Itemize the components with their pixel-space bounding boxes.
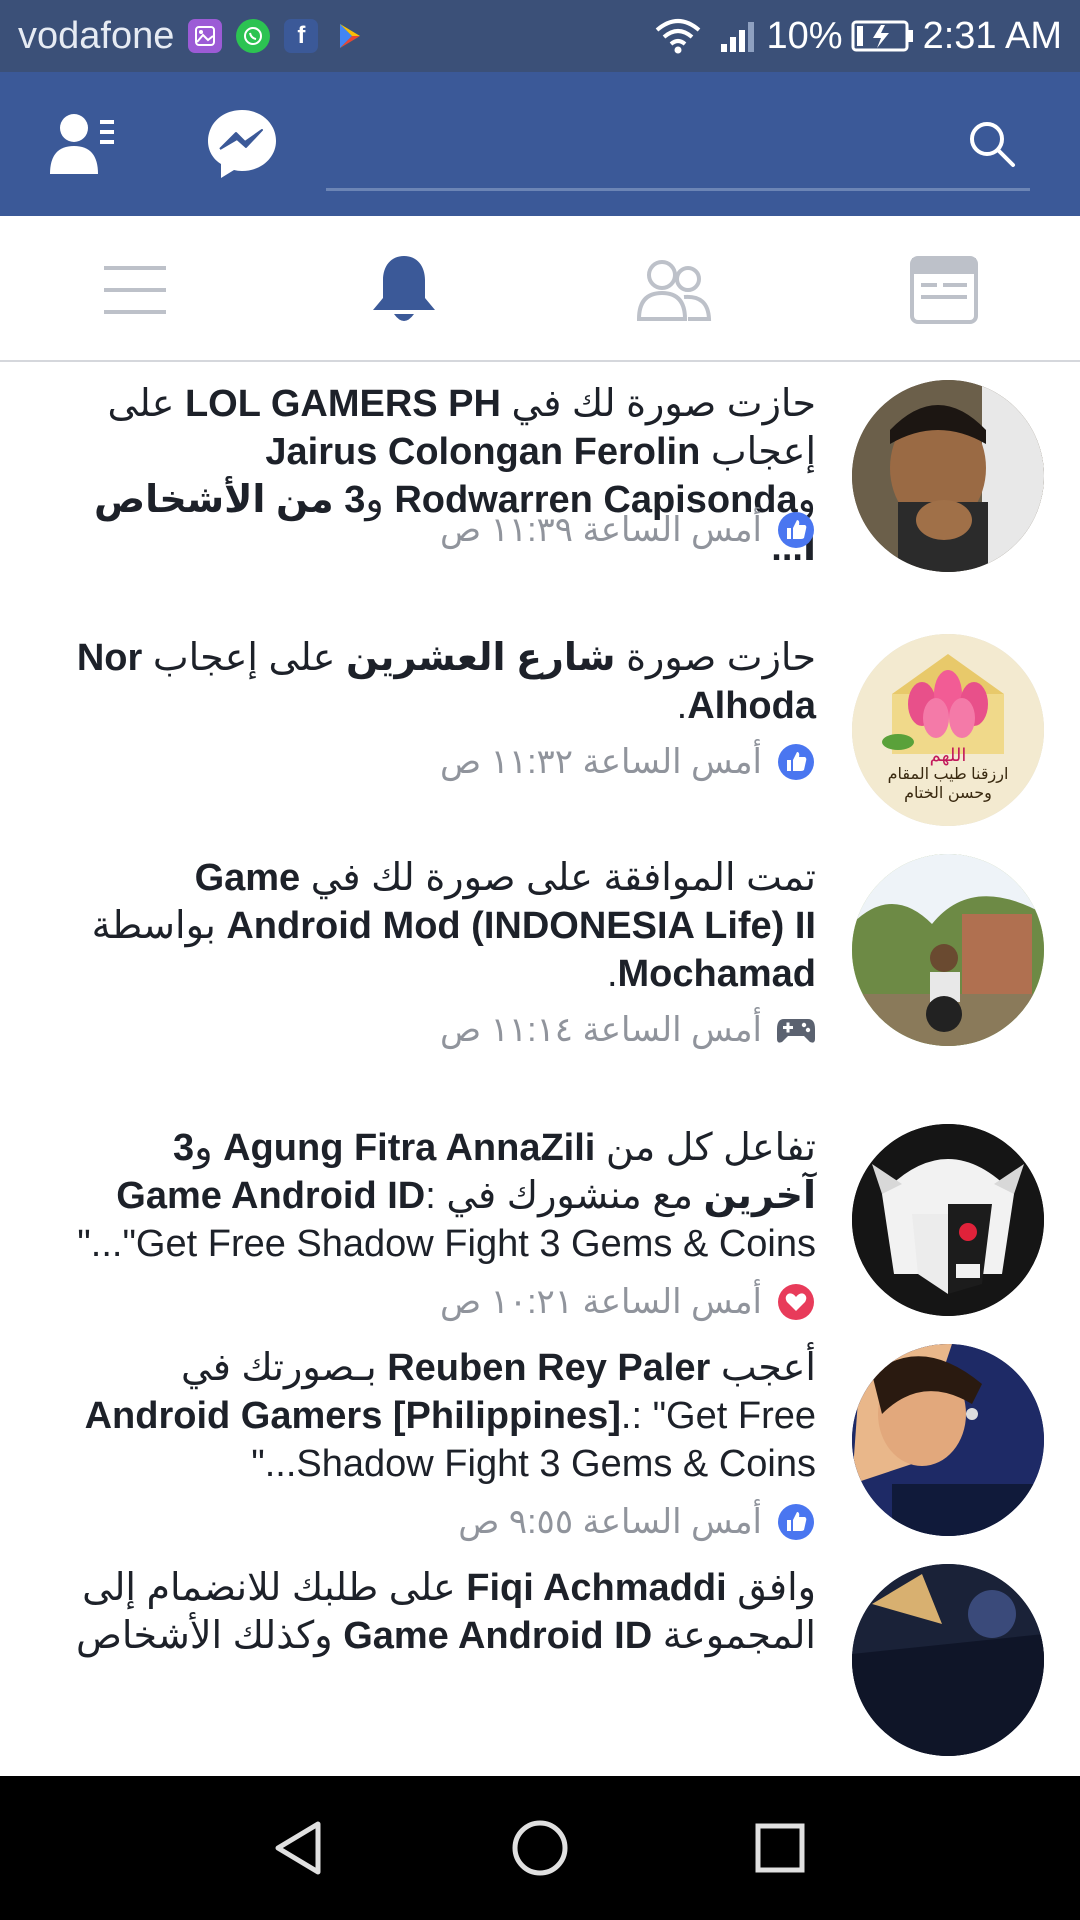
notification-text: وافق Fiqi Achmaddi على طلبك للانضمام إلى… xyxy=(75,1567,816,1657)
heart-icon xyxy=(776,1282,816,1322)
notification-time-row: أمس الساعة ١٠:٢١ ص xyxy=(56,1282,816,1322)
recents-button[interactable] xyxy=(750,1818,810,1878)
search-icon[interactable] xyxy=(966,118,1018,170)
gallery-icon xyxy=(188,19,223,53)
system-nav-bar xyxy=(0,1776,1080,1920)
back-button[interactable] xyxy=(270,1818,330,1878)
signal-icon xyxy=(719,18,759,54)
notification-item[interactable]: أعجب Reuben Rey Paler بـصورتك في Android… xyxy=(0,1344,1080,1564)
notification-time: أمس الساعة ١٠:٢١ ص xyxy=(440,1283,762,1321)
bell-icon xyxy=(369,252,439,333)
notification-time: أمس الساعة ١١:٣٩ ص xyxy=(440,511,762,549)
notification-time-row: أمس الساعة ١١:٣٩ ص xyxy=(56,510,816,550)
status-bar: vodafone f 10% 2:31 AM xyxy=(0,0,1080,72)
notification-time: أمس الساعة ١١:١٤ ص xyxy=(440,1011,762,1049)
notification-text: تمت الموافقة على صورة لك في Game Android… xyxy=(91,857,816,995)
like-icon xyxy=(776,742,816,782)
top-bar xyxy=(0,72,1080,216)
notification-text: حازت صورة شارع العشرين على إعجاب Nor Alh… xyxy=(76,637,816,727)
notification-time: أمس الساعة ٩:٥٥ ص xyxy=(458,1503,762,1541)
notification-item[interactable]: وافق Fiqi Achmaddi على طلبك للانضمام إلى… xyxy=(0,1564,1080,1776)
play-store-icon xyxy=(332,19,366,53)
notification-item[interactable]: تفاعل كل من Agung Fitra AnnaZili و3 آخري… xyxy=(0,1124,1080,1344)
notification-item[interactable]: اللهم ارزقنا طيب المقام وحسن الختام حازت… xyxy=(0,634,1080,854)
messenger-icon[interactable] xyxy=(204,106,280,182)
game-controller-icon xyxy=(776,1010,816,1050)
like-icon xyxy=(776,510,816,550)
friends-icon xyxy=(636,257,712,328)
friend-requests-icon[interactable] xyxy=(46,106,122,182)
avatar[interactable] xyxy=(852,1564,1044,1756)
search-input[interactable] xyxy=(326,110,950,176)
avatar[interactable] xyxy=(852,1124,1044,1316)
wifi-icon xyxy=(653,18,703,54)
notification-time-row: أمس الساعة ١١:٣٢ ص xyxy=(56,742,816,782)
notification-time-row: أمس الساعة ١١:١٤ ص xyxy=(56,1010,816,1050)
notification-time: أمس الساعة ١١:٣٢ ص xyxy=(440,743,762,781)
like-icon xyxy=(776,1502,816,1542)
notification-time-row: أمس الساعة ٩:٥٥ ص xyxy=(56,1502,816,1542)
notification-text: أعجب Reuben Rey Paler بـصورتك في Android… xyxy=(84,1347,816,1485)
avatar-caption: اللهم ارزقنا طيب المقام وحسن الختام xyxy=(887,745,1009,803)
avatar[interactable]: اللهم ارزقنا طيب المقام وحسن الختام xyxy=(852,634,1044,826)
tab-news-feed[interactable] xyxy=(904,252,984,332)
battery-percent: 10% xyxy=(766,14,843,57)
tab-menu[interactable] xyxy=(95,252,175,332)
news-feed-icon xyxy=(909,255,979,330)
hamburger-icon xyxy=(102,262,168,323)
tab-notifications[interactable] xyxy=(364,252,444,332)
avatar[interactable] xyxy=(852,380,1044,572)
battery-icon xyxy=(851,19,915,53)
tab-bar xyxy=(0,216,1080,362)
home-button[interactable] xyxy=(510,1818,570,1878)
avatar[interactable] xyxy=(852,1344,1044,1536)
avatar[interactable] xyxy=(852,854,1044,1046)
search-bar[interactable] xyxy=(326,100,1030,191)
notification-item[interactable]: تمت الموافقة على صورة لك في Game Android… xyxy=(0,854,1080,1124)
facebook-icon: f xyxy=(284,19,319,53)
notification-item[interactable]: حازت صورة لك في LOL GAMERS PH على إعجاب … xyxy=(0,362,1080,634)
whatsapp-icon xyxy=(236,19,271,53)
notification-text: تفاعل كل من Agung Fitra AnnaZili و3 آخري… xyxy=(77,1127,816,1265)
carrier-name: vodafone xyxy=(18,14,175,57)
clock: 2:31 AM xyxy=(922,14,1062,57)
notifications-list[interactable]: حازت صورة لك في LOL GAMERS PH على إعجاب … xyxy=(0,362,1080,1776)
tab-friends[interactable] xyxy=(634,252,714,332)
